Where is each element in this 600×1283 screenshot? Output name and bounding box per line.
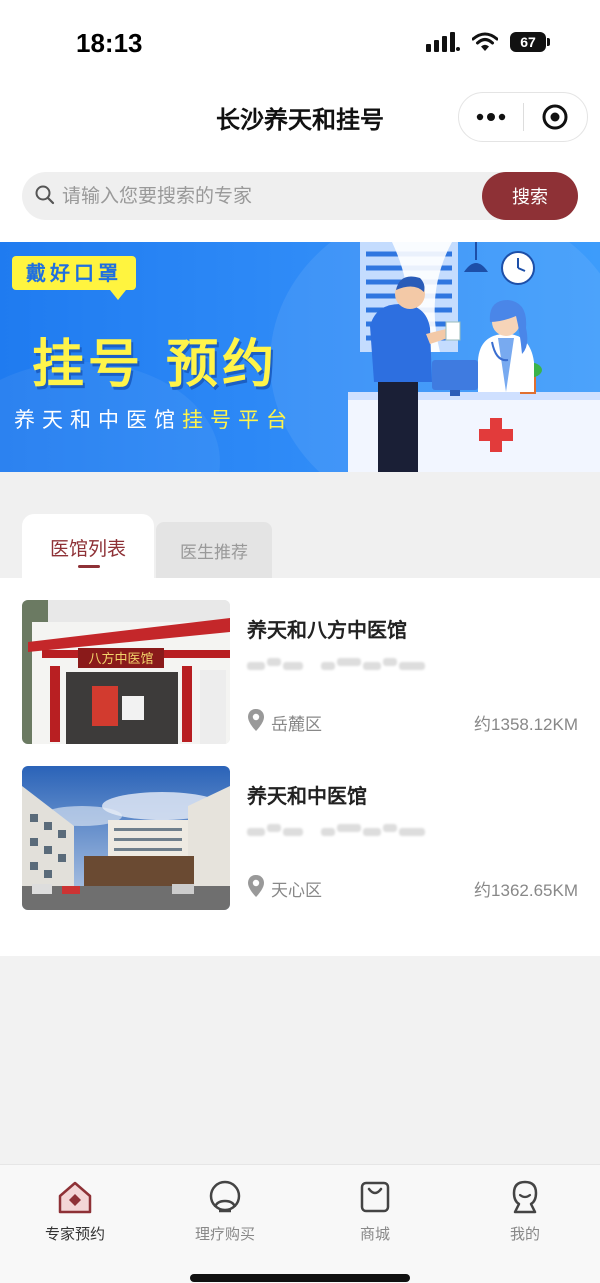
more-dots-icon bbox=[476, 113, 505, 121]
search-icon bbox=[35, 185, 55, 205]
app-page: 18:13 67 长沙养天和挂号 请输入您要搜索的专家 搜索 戴好口罩 挂号 预… bbox=[0, 0, 600, 1283]
search-section: 搜索 bbox=[0, 148, 600, 242]
banner-illustration bbox=[348, 242, 600, 472]
clinic-card[interactable]: 养天和中医馆 天心区 约1362.65KM bbox=[22, 766, 578, 912]
status-bar: 18:13 67 bbox=[0, 0, 600, 88]
bottom-tab-bar: 专家预约 理疗购买 商城 我的 bbox=[0, 1164, 600, 1283]
status-time: 18:13 bbox=[76, 28, 143, 58]
clinic-photo bbox=[22, 766, 230, 910]
shopping-bag-icon bbox=[360, 1181, 390, 1213]
tab-clinic-list[interactable]: 医馆列表 bbox=[22, 514, 154, 578]
clinic-name: 养天和中医馆 bbox=[247, 784, 367, 808]
clinic-photo: 八方中医馆 bbox=[22, 600, 230, 744]
location-pin-icon bbox=[248, 709, 264, 731]
tabbar-item-therapy-purchase[interactable]: 理疗购买 bbox=[150, 1179, 300, 1269]
promo-banner[interactable]: 戴好口罩 挂号 预约 养天和中医馆挂号平台 bbox=[0, 242, 600, 472]
more-button[interactable] bbox=[459, 93, 523, 141]
tabbar-item-mall[interactable]: 商城 bbox=[300, 1179, 450, 1269]
tabbar-item-expert-booking[interactable]: 专家预约 bbox=[0, 1179, 150, 1269]
close-miniprogram-button[interactable] bbox=[524, 93, 588, 141]
clinic-district: 天心区 bbox=[271, 881, 322, 901]
banner-subtitle-highlight: 挂号平台 bbox=[182, 408, 294, 432]
user-icon bbox=[512, 1180, 538, 1214]
clinic-list: 八方中医馆 养天和八方中医馆 岳麓区 约1358.12KM 养天和中医馆 天心区… bbox=[0, 578, 600, 956]
search-bar: 搜索 bbox=[22, 172, 578, 220]
banner-subtitle: 养天和中医馆挂号平台 bbox=[14, 404, 294, 434]
clinic-distance: 约1358.12KM bbox=[474, 715, 578, 734]
clinic-name: 养天和八方中医馆 bbox=[247, 618, 407, 642]
tabbar-label: 专家预约 bbox=[44, 1225, 105, 1243]
status-icons: 67 bbox=[426, 32, 550, 52]
search-input[interactable] bbox=[62, 172, 462, 220]
tab-doctor-recommend-label: 医生推荐 bbox=[180, 543, 248, 563]
battery-icon: 67 bbox=[510, 32, 550, 52]
home-icon bbox=[58, 1181, 92, 1214]
tabbar-label: 我的 bbox=[509, 1225, 540, 1243]
home-indicator bbox=[190, 1274, 410, 1282]
tabbar-item-mine[interactable]: 我的 bbox=[450, 1179, 600, 1269]
redacted-info bbox=[247, 656, 437, 676]
clinic-district: 岳麓区 bbox=[271, 715, 322, 735]
list-tabs: 医馆列表 医生推荐 bbox=[0, 472, 600, 578]
search-button[interactable]: 搜索 bbox=[482, 172, 578, 220]
mask-reminder-tag: 戴好口罩 bbox=[12, 256, 136, 290]
banner-subtitle-prefix: 养天和中医馆 bbox=[14, 408, 182, 432]
tabbar-label: 理疗购买 bbox=[194, 1225, 255, 1243]
tab-clinic-list-label: 医馆列表 bbox=[49, 538, 126, 560]
tabbar-label: 商城 bbox=[359, 1225, 390, 1243]
clinic-card[interactable]: 八方中医馆 养天和八方中医馆 岳麓区 约1358.12KM bbox=[22, 600, 578, 746]
target-circle-icon bbox=[542, 104, 568, 130]
clinic-distance: 约1362.65KM bbox=[474, 881, 578, 900]
therapy-icon bbox=[209, 1180, 241, 1213]
cellular-signal-icon bbox=[426, 32, 460, 52]
active-tab-indicator bbox=[78, 565, 100, 568]
location-pin-icon bbox=[248, 875, 264, 897]
miniprogram-capsule bbox=[458, 92, 588, 142]
banner-title: 挂号 预约 bbox=[32, 335, 279, 395]
clinic-sign-text: 八方中医馆 bbox=[88, 651, 153, 667]
redacted-info bbox=[247, 822, 437, 842]
nav-bar: 长沙养天和挂号 bbox=[0, 88, 600, 148]
tab-doctor-recommend[interactable]: 医生推荐 bbox=[156, 522, 272, 578]
wifi-icon bbox=[472, 32, 498, 51]
battery-level: 67 bbox=[510, 32, 546, 52]
